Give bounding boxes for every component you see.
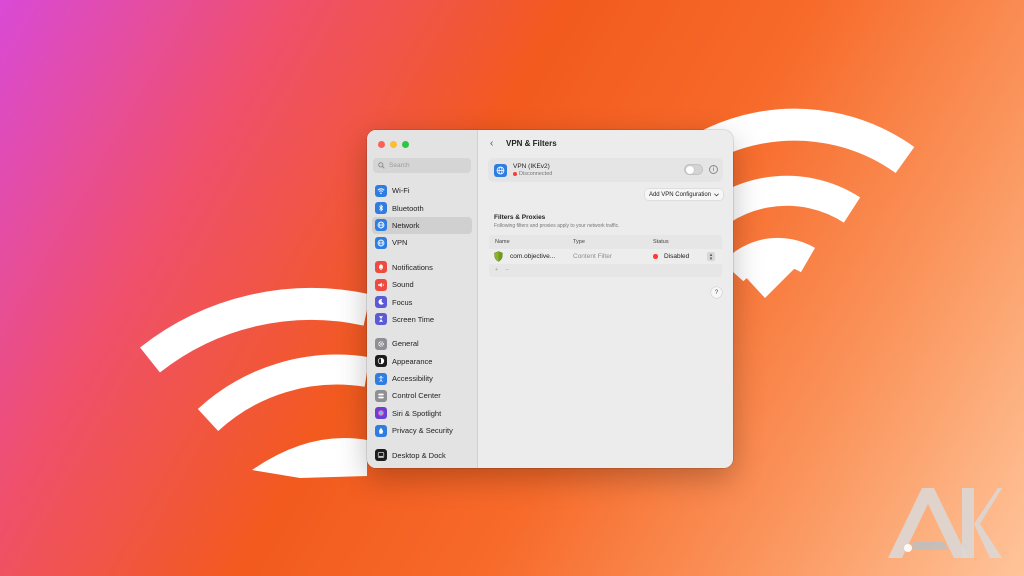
- column-header-type[interactable]: Type: [573, 239, 585, 245]
- dock-icon: [375, 449, 387, 462]
- siri-icon: [375, 407, 387, 420]
- sidebar-list: Wi-Fi Bluetooth Network VPN Notifications Sou…: [372, 182, 472, 464]
- sidebar-group: Notifications Sound Focus Screen Time: [372, 259, 472, 329]
- close-button[interactable]: [378, 141, 385, 148]
- sidebar-item-focus[interactable]: Focus: [372, 293, 472, 310]
- zoom-button[interactable]: [402, 141, 409, 148]
- info-icon[interactable]: i: [709, 165, 718, 174]
- search-field[interactable]: Search: [373, 158, 471, 173]
- status-stepper[interactable]: ▴ ▾: [707, 252, 715, 261]
- window-controls: [372, 130, 472, 158]
- speaker-icon: [375, 278, 387, 291]
- vpn-toggle[interactable]: [684, 164, 703, 175]
- hourglass-icon: [375, 313, 387, 326]
- sidebar-item-label: Privacy & Security: [392, 426, 453, 436]
- sidebar-group: Wi-Fi Bluetooth Network VPN: [372, 182, 472, 252]
- wifi-background-left-icon: [140, 288, 371, 432]
- row-status: Disabled: [664, 253, 690, 260]
- appearance-icon: [375, 355, 387, 368]
- search-placeholder: Search: [389, 162, 410, 169]
- sidebar-item-notifications[interactable]: Notifications: [372, 259, 472, 276]
- row-name: com.objective...: [510, 253, 556, 260]
- sidebar-item-label: Control Center: [392, 391, 441, 401]
- system-settings-window: Search Wi-Fi Bluetooth Network VPN Notificat…: [367, 130, 733, 468]
- sidebar-item-wi-fi[interactable]: Wi-Fi: [372, 182, 472, 199]
- sidebar-item-general[interactable]: General: [372, 335, 472, 352]
- sidebar-item-control-center[interactable]: Control Center: [372, 387, 472, 404]
- sidebar-item-label: Sound: [392, 280, 414, 290]
- vpn-globe-icon: [494, 163, 507, 177]
- title-bar: ‹ VPN & Filters: [488, 130, 723, 156]
- vpn-configuration-row: VPN (IKEv2) Disconnected i: [488, 158, 723, 182]
- sidebar-item-label: Wi-Fi: [392, 186, 410, 196]
- sidebar-item-desktop-dock[interactable]: Desktop & Dock: [372, 446, 472, 463]
- globe-icon: [375, 219, 387, 232]
- moon-icon: [375, 296, 387, 309]
- filters-proxies-title: Filters & Proxies: [494, 214, 546, 221]
- column-header-status[interactable]: Status: [653, 239, 669, 245]
- remove-filter-button[interactable]: –: [506, 267, 509, 273]
- vpn-text: VPN (IKEv2) Disconnected: [513, 163, 552, 177]
- sidebar-item-label: Bluetooth: [392, 203, 424, 213]
- accessibility-icon: [375, 372, 387, 385]
- row-type: Content Filter: [573, 253, 613, 260]
- column-header-name[interactable]: Name: [495, 239, 510, 245]
- sidebar-item-label: Desktop & Dock: [392, 450, 446, 460]
- sidebar-item-label: General: [392, 339, 419, 349]
- bell-icon: [375, 261, 387, 274]
- sidebar-group: Desktop & Dock: [372, 446, 472, 463]
- ak-logo: [888, 488, 1002, 558]
- add-filter-button[interactable]: +: [495, 267, 498, 273]
- status-dot: [653, 254, 658, 259]
- main-pane: ‹ VPN & Filters VPN (IKEv2) Disconnected…: [478, 130, 733, 468]
- sidebar-item-accessibility[interactable]: Accessibility: [372, 370, 472, 387]
- sidebar-item-vpn[interactable]: VPN: [372, 234, 472, 251]
- hand-icon: [375, 424, 387, 437]
- back-chevron-icon[interactable]: ‹: [490, 138, 498, 149]
- sidebar-item-siri-spotlight[interactable]: Siri & Spotlight: [372, 405, 472, 422]
- sidebar-item-label: Focus: [392, 297, 413, 307]
- sidebar: Search Wi-Fi Bluetooth Network VPN Notificat…: [367, 130, 478, 468]
- sidebar-item-network[interactable]: Network: [372, 216, 472, 235]
- wifi-background-right-dot: [728, 258, 805, 298]
- search-icon: [378, 162, 385, 169]
- add-remove-controls: + –: [495, 267, 509, 273]
- add-vpn-configuration-button[interactable]: Add VPN Configuration: [644, 189, 723, 200]
- wifi-background-left-dot: [252, 438, 367, 478]
- vpn-status-text: Disconnected: [519, 171, 553, 177]
- sidebar-item-label: Accessibility: [392, 374, 433, 384]
- wifi-icon: [375, 184, 387, 197]
- vpn-globe-icon: [375, 236, 387, 249]
- sidebar-item-sound[interactable]: Sound: [372, 276, 472, 293]
- table-row[interactable]: com.objective... Content Filter Disabled…: [489, 249, 722, 264]
- control-center-icon: [375, 389, 387, 402]
- page-title: VPN & Filters: [506, 138, 557, 148]
- minimize-button[interactable]: [390, 141, 397, 148]
- filters-table: Name Type Status com.objective... Conten…: [489, 235, 722, 277]
- sidebar-item-label: Screen Time: [392, 314, 435, 324]
- sidebar-item-label: Network: [392, 220, 420, 230]
- sidebar-item-screen-time[interactable]: Screen Time: [372, 311, 472, 328]
- filters-proxies-subtitle: Following filters and proxies apply to y…: [494, 223, 620, 229]
- shield-icon: [494, 251, 503, 262]
- vpn-status: Disconnected: [513, 171, 552, 177]
- sidebar-item-privacy-security[interactable]: Privacy & Security: [372, 422, 472, 439]
- gear-icon: [375, 337, 387, 350]
- status-dot: [513, 172, 517, 176]
- sidebar-item-label: Siri & Spotlight: [392, 408, 442, 418]
- sidebar-item-bluetooth[interactable]: Bluetooth: [372, 199, 472, 216]
- add-vpn-label: Add VPN Configuration: [648, 191, 711, 198]
- sidebar-group: General Appearance Accessibility Control Ce…: [372, 335, 472, 439]
- vpn-name: VPN (IKEv2): [513, 163, 550, 170]
- sidebar-item-label: VPN: [392, 238, 408, 248]
- sidebar-item-appearance[interactable]: Appearance: [372, 353, 472, 370]
- sidebar-item-label: Appearance: [392, 356, 433, 366]
- bluetooth-icon: [375, 202, 387, 215]
- chevron-down-icon: [714, 192, 719, 196]
- help-button[interactable]: ?: [711, 287, 722, 298]
- sidebar-item-label: Notifications: [392, 262, 433, 272]
